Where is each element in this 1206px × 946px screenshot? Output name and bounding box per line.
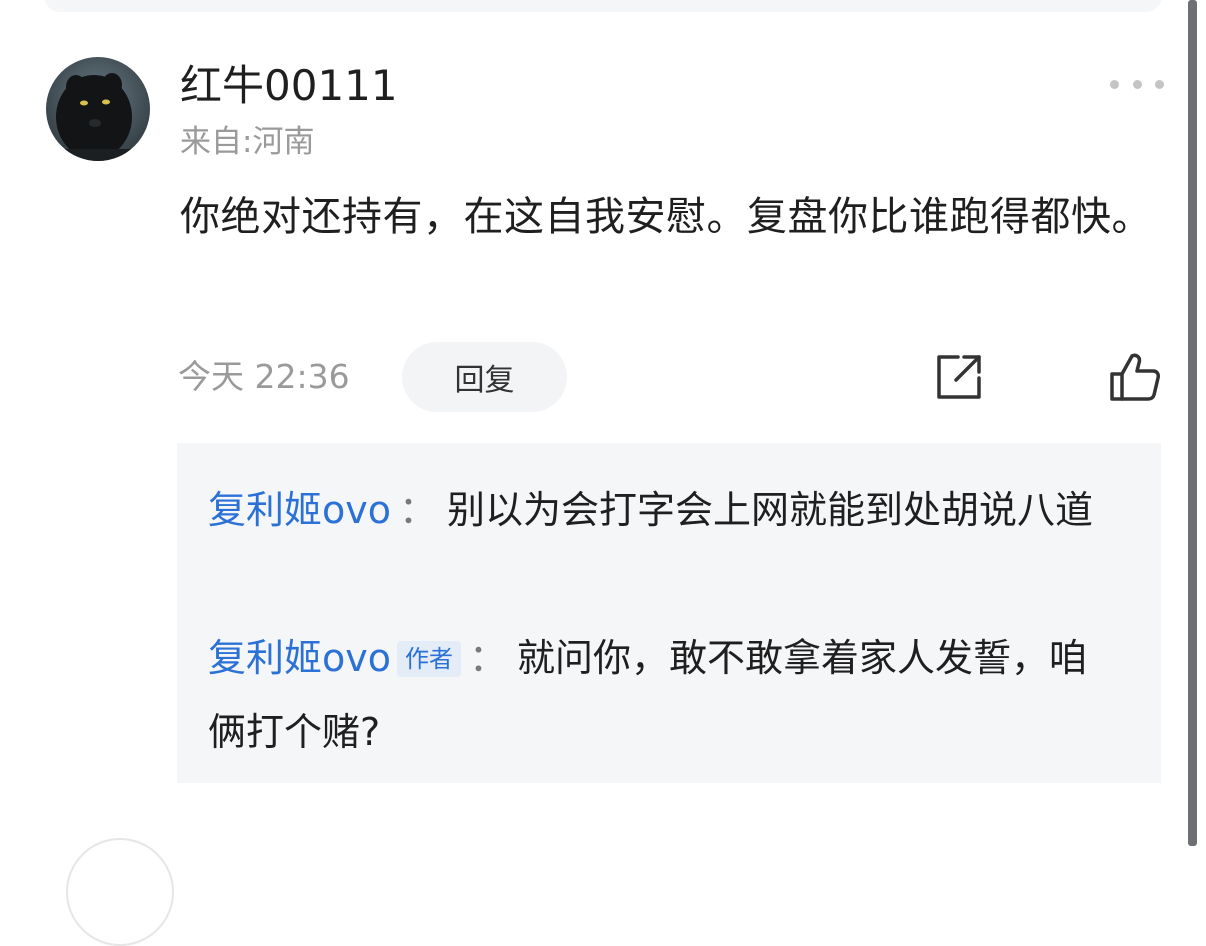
reply-author[interactable]: 复利姬ovo [208, 636, 391, 680]
username[interactable]: 红牛00111 [180, 58, 398, 114]
reply-thread: 复利姬ovo：别以为会打字会上网就能到处胡说八道 复利姬ovo 作者：就问你，敢不… [177, 443, 1161, 783]
reply-author[interactable]: 复利姬ovo [208, 488, 391, 532]
more-options-button[interactable] [1110, 70, 1164, 98]
more-dots-icon [1155, 79, 1164, 89]
reply-text: 别以为会打字会上网就能到处胡说八道 [447, 488, 1094, 532]
reply-separator: ： [399, 488, 438, 532]
reply-item[interactable]: 复利姬ovo：别以为会打字会上网就能到处胡说八道 [208, 473, 1118, 547]
thumbs-up-icon [1110, 353, 1160, 401]
scrollbar[interactable] [1188, 0, 1197, 846]
share-icon [937, 355, 981, 399]
avatar[interactable] [46, 57, 150, 161]
more-dots-icon [1132, 79, 1142, 89]
location-label: 来自:河南 [180, 124, 315, 160]
author-badge: 作者 [397, 641, 461, 677]
share-button[interactable] [934, 352, 984, 402]
more-dots-icon [1110, 79, 1119, 89]
next-comment-avatar[interactable] [66, 838, 174, 946]
reply-item[interactable]: 复利姬ovo 作者：就问你，敢不敢拿着家人发誓，咱俩打个赌? [208, 621, 1118, 769]
comment-timestamp: 今天 22:36 [178, 357, 350, 396]
previous-card-edge [44, 0, 1162, 12]
reply-button[interactable]: 回复 [402, 342, 567, 412]
comment-text: 你绝对还持有，在这自我安慰。复盘你比谁跑得都快。 [180, 194, 1152, 240]
black-panther-avatar-image [46, 57, 150, 161]
like-button[interactable] [1108, 350, 1162, 404]
reply-separator: ： [469, 636, 508, 680]
